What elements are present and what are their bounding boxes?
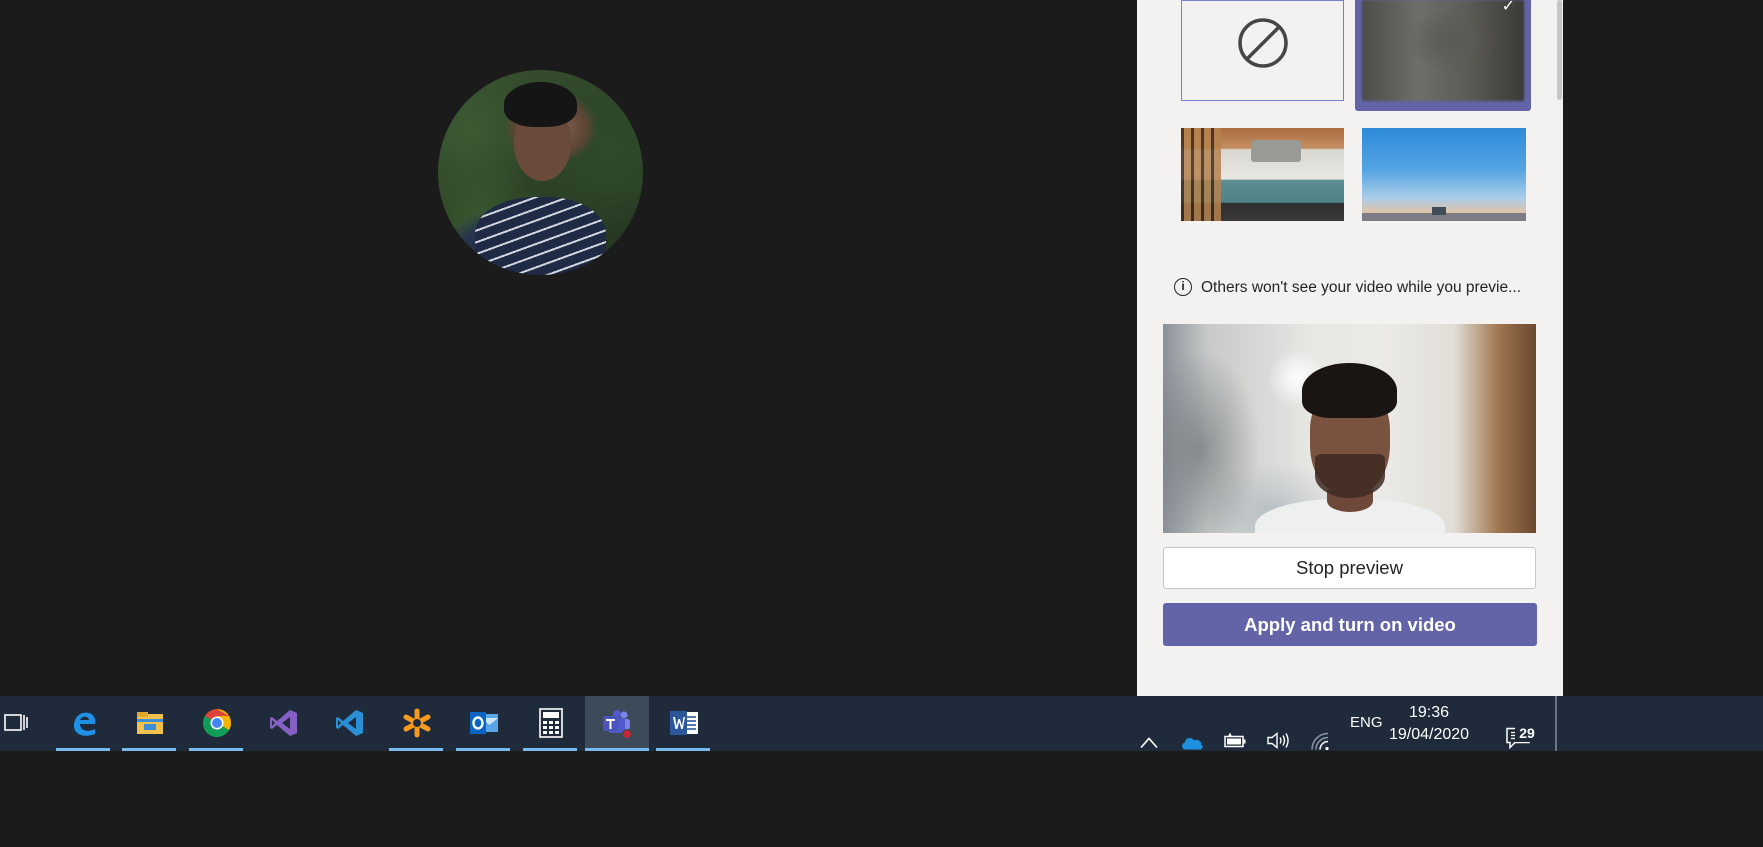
taskbar-app-file-explorer[interactable]: [122, 696, 176, 751]
running-indicator: [585, 748, 649, 751]
background-option-blur[interactable]: ✓: [1355, 0, 1531, 111]
running-indicator: [122, 748, 176, 751]
taskbar-app-chrome[interactable]: [189, 696, 243, 751]
teams-icon: [603, 710, 631, 738]
blur-thumbnail: [1362, 0, 1524, 101]
no-background-icon: [1238, 18, 1288, 68]
background-option-none[interactable]: [1181, 0, 1344, 101]
running-indicator: [56, 748, 110, 751]
running-indicator: [456, 748, 510, 751]
running-indicator: [656, 748, 710, 751]
selected-check-icon: ✓: [1501, 0, 1515, 15]
background-option-office[interactable]: [1181, 128, 1344, 221]
taskbar-app-vscode[interactable]: [322, 696, 376, 751]
word-icon: [670, 711, 698, 735]
outlook-icon: [470, 712, 498, 734]
sky-thumbnail-building: [1432, 207, 1446, 215]
taskbar-app-word[interactable]: [656, 696, 710, 751]
avatar-shirt: [474, 197, 607, 275]
battery-icon[interactable]: [1223, 714, 1247, 769]
taskbar-app-calculator[interactable]: [523, 696, 577, 751]
clock-time: 19:36: [1408, 704, 1450, 721]
task-view-icon: [4, 714, 28, 731]
edge-icon: [74, 712, 96, 736]
preview-person-beard: [1315, 454, 1385, 498]
participant-avatar: [438, 70, 643, 275]
windows-taskbar: ENG 19:36 19/04/2020 29: [0, 696, 1763, 751]
running-indicator: [189, 748, 243, 751]
vscode-icon: [336, 710, 363, 736]
info-icon: i: [1174, 278, 1192, 296]
clock[interactable]: 19:36 19/04/2020: [1388, 702, 1470, 746]
running-indicator: [523, 748, 577, 751]
taskbar-app-teams[interactable]: [585, 696, 649, 751]
taskbar-app-edge[interactable]: [56, 696, 110, 751]
calculator-icon: [539, 708, 563, 738]
chrome-icon: [203, 709, 231, 737]
onedrive-icon[interactable]: [1180, 715, 1204, 770]
notification-count-badge: 29: [1515, 724, 1539, 742]
show-desktop-button[interactable]: [1555, 696, 1557, 751]
background-option-sky[interactable]: [1362, 128, 1526, 221]
visual-studio-icon: [270, 710, 297, 736]
volume-icon[interactable]: [1266, 713, 1290, 768]
panel-scrollbar[interactable]: [1550, 0, 1563, 696]
taskbar-app-visual-studio[interactable]: [256, 696, 310, 751]
preview-notice-text: Others won't see your video while you pr…: [1201, 279, 1522, 296]
file-explorer-icon: [137, 712, 163, 734]
apply-and-turn-on-video-button[interactable]: Apply and turn on video: [1163, 603, 1537, 646]
running-indicator: [389, 748, 443, 751]
taskbar-app-asterisk[interactable]: [389, 696, 443, 751]
avatar-hair: [503, 82, 578, 128]
show-hidden-icons-chevron-icon[interactable]: [1139, 715, 1159, 770]
input-language[interactable]: ENG: [1350, 714, 1383, 731]
stop-preview-button[interactable]: Stop preview: [1163, 547, 1536, 589]
preview-notice: i Others won't see your video while you p…: [1174, 278, 1544, 303]
task-view-button[interactable]: [0, 696, 44, 751]
asterisk-app-icon: [403, 708, 431, 738]
taskbar-app-outlook[interactable]: [456, 696, 510, 751]
preview-person-hair: [1302, 363, 1397, 418]
meeting-stage: [0, 0, 1137, 696]
wifi-icon[interactable]: [1310, 714, 1332, 769]
panel-scrollbar-thumb[interactable]: [1557, 0, 1562, 100]
video-preview: [1163, 324, 1536, 533]
clock-date: 19/04/2020: [1388, 726, 1470, 743]
